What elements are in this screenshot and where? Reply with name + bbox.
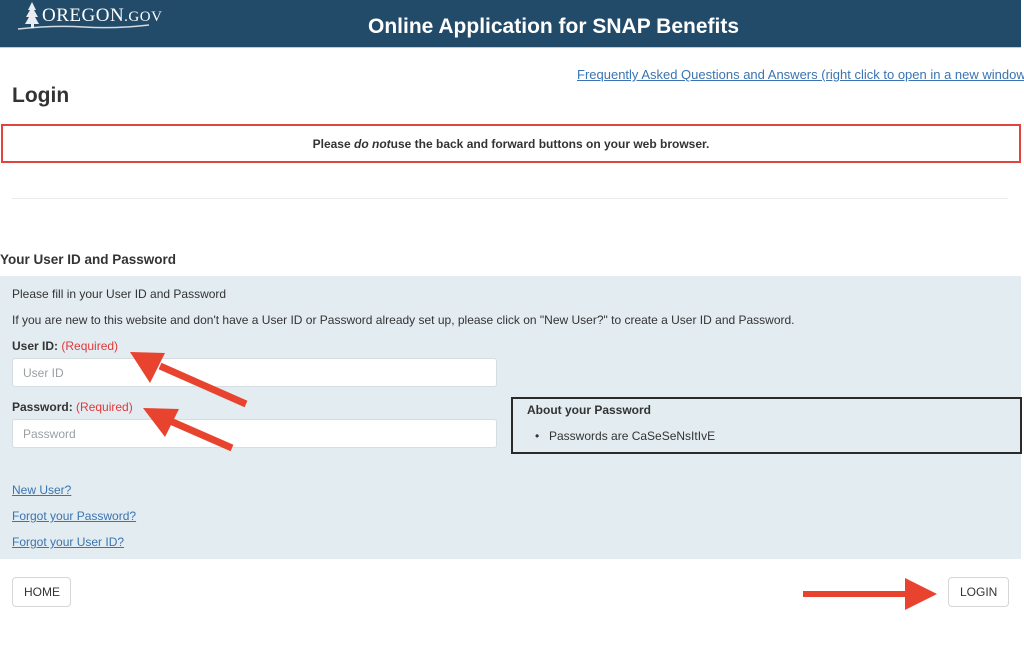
userid-label: User ID: (Required): [12, 339, 118, 353]
home-button[interactable]: HOME: [12, 577, 71, 607]
about-password-item: Passwords are CaSeSeNsItIvE: [535, 429, 715, 443]
form-intro-text: Please fill in your User ID and Password: [12, 287, 227, 301]
userid-required-indicator: (Required): [61, 339, 119, 353]
about-password-box: About your Password Passwords are CaSeSe…: [511, 397, 1022, 454]
warning-text-before: Please: [312, 136, 351, 151]
arrow-to-login-icon: [803, 578, 937, 610]
section-heading: Your User ID and Password: [0, 252, 177, 267]
password-required-indicator: (Required): [76, 400, 133, 414]
warning-text-after: use the back and forward buttons on your…: [390, 136, 710, 151]
forgot-password-link[interactable]: Forgot your Password?: [12, 509, 136, 523]
about-password-title: About your Password: [527, 403, 652, 417]
header-title: Online Application for SNAP Benefits: [368, 15, 740, 38]
logo-text: OREGON.GOV: [42, 5, 163, 26]
oregon-gov-logo[interactable]: OREGON.GOV: [14, 2, 162, 32]
site-header: OREGON.GOV Online Application for SNAP B…: [0, 0, 1021, 48]
faq-link[interactable]: Frequently Asked Questions and Answers (…: [577, 67, 1024, 82]
userid-label-text: User ID:: [12, 339, 59, 353]
password-label: Password: (Required): [12, 400, 133, 414]
page-title: Login: [12, 84, 70, 107]
password-input[interactable]: [12, 419, 497, 448]
userid-input[interactable]: [12, 358, 497, 387]
browser-navigation-warning: Please do not use the back and forward b…: [1, 124, 1021, 163]
login-button[interactable]: LOGIN: [948, 577, 1009, 607]
password-label-text: Password:: [12, 400, 73, 414]
new-user-link[interactable]: New User?: [12, 483, 71, 497]
warning-emphasis: do not: [354, 136, 391, 151]
forgot-userid-link[interactable]: Forgot your User ID?: [12, 535, 124, 549]
divider: [12, 198, 1008, 199]
new-user-instructions: If you are new to this website and don't…: [12, 313, 795, 327]
